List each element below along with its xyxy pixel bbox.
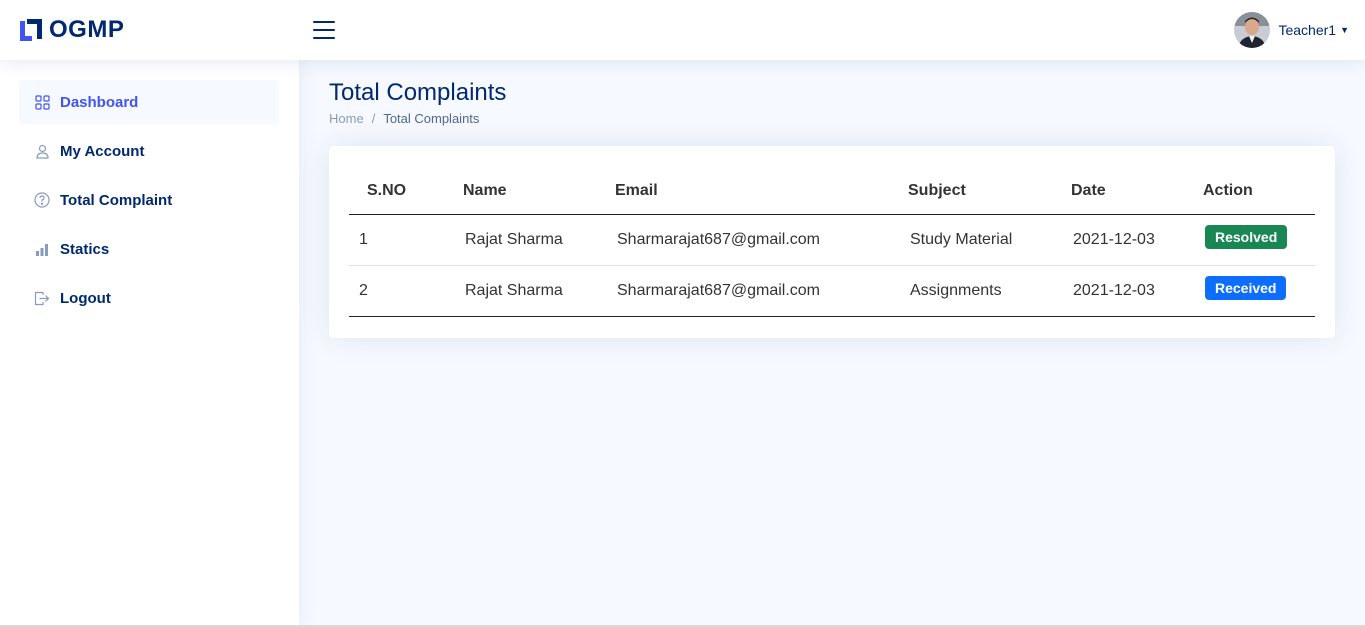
table-row: 1 Rajat Sharma Sharmarajat687@gmail.com … [349,214,1315,266]
table-header-row: S.NO Name Email Subject Date Action [349,169,1315,215]
breadcrumb: Home / Total Complaints [329,111,479,126]
cell-action: Resolved [1195,214,1315,266]
sidebar-item-label: Logout [60,289,111,307]
status-badge-resolved[interactable]: Resolved [1205,224,1288,249]
sidebar-item-label: Dashboard [60,93,139,111]
box-arrow-right-icon [34,290,50,306]
person-icon [34,143,50,159]
breadcrumb-separator: / [371,111,376,126]
table-row: 2 Rajat Sharma Sharmarajat687@gmail.com … [349,265,1315,317]
column-header-email: Email [607,169,900,215]
breadcrumb-home-link[interactable]: Home [329,111,364,126]
sidebar-item-my-account[interactable]: My Account [19,129,279,173]
column-header-subject: Subject [900,169,1063,215]
cell-email: Sharmarajat687@gmail.com [607,265,900,317]
question-circle-icon [34,192,50,208]
cell-name: Rajat Sharma [455,214,607,266]
cell-name: Rajat Sharma [455,265,607,317]
grid-icon [34,94,50,110]
page-title: Total Complaints [329,79,507,106]
column-header-action: Action [1195,169,1315,215]
avatar [1234,12,1271,48]
sidebar-item-total-complaint[interactable]: Total Complaint [19,178,279,222]
profile-dropdown[interactable]: Teacher1 ▼ [1234,12,1349,48]
column-header-sno: S.NO [349,169,455,215]
cell-sno: 2 [349,265,455,317]
sidebar-item-label: Statics [60,240,110,258]
bar-chart-icon [34,241,50,257]
sidebar-item-logout[interactable]: Logout [19,276,279,320]
breadcrumb-current: Total Complaints [383,111,480,126]
cell-date: 2021-12-03 [1063,214,1195,266]
cell-subject: Study Material [900,214,1063,266]
main-content: Total Complaints Home / Total Complaints… [299,60,1365,627]
logo[interactable]: OGMP [18,15,124,45]
column-header-name: Name [455,169,607,215]
sidebar-item-label: My Account [60,142,145,160]
sidebar-item-dashboard[interactable]: Dashboard [19,80,279,124]
cell-action: Received [1195,265,1315,317]
cell-subject: Assignments [900,265,1063,317]
complaints-table: S.NO Name Email Subject Date Action 1 Ra… [349,169,1315,317]
status-badge-received[interactable]: Received [1205,275,1287,300]
complaints-card: S.NO Name Email Subject Date Action 1 Ra… [329,146,1335,338]
logo-text: OGMP [49,16,125,43]
cell-sno: 1 [349,214,455,266]
profile-name: Teacher1 [1278,22,1337,38]
sidebar-item-label: Total Complaint [60,191,173,209]
logo-icon [20,19,42,41]
sidebar: Dashboard My Account Total Complaint Sta… [0,60,299,627]
sidebar-toggle-button[interactable] [313,19,337,41]
chevron-down-icon: ▼ [1340,25,1349,35]
column-header-date: Date [1063,169,1195,215]
cell-email: Sharmarajat687@gmail.com [607,214,900,266]
top-header: OGMP Teacher1 ▼ [0,0,1365,60]
sidebar-item-statics[interactable]: Statics [19,227,279,271]
cell-date: 2021-12-03 [1063,265,1195,317]
